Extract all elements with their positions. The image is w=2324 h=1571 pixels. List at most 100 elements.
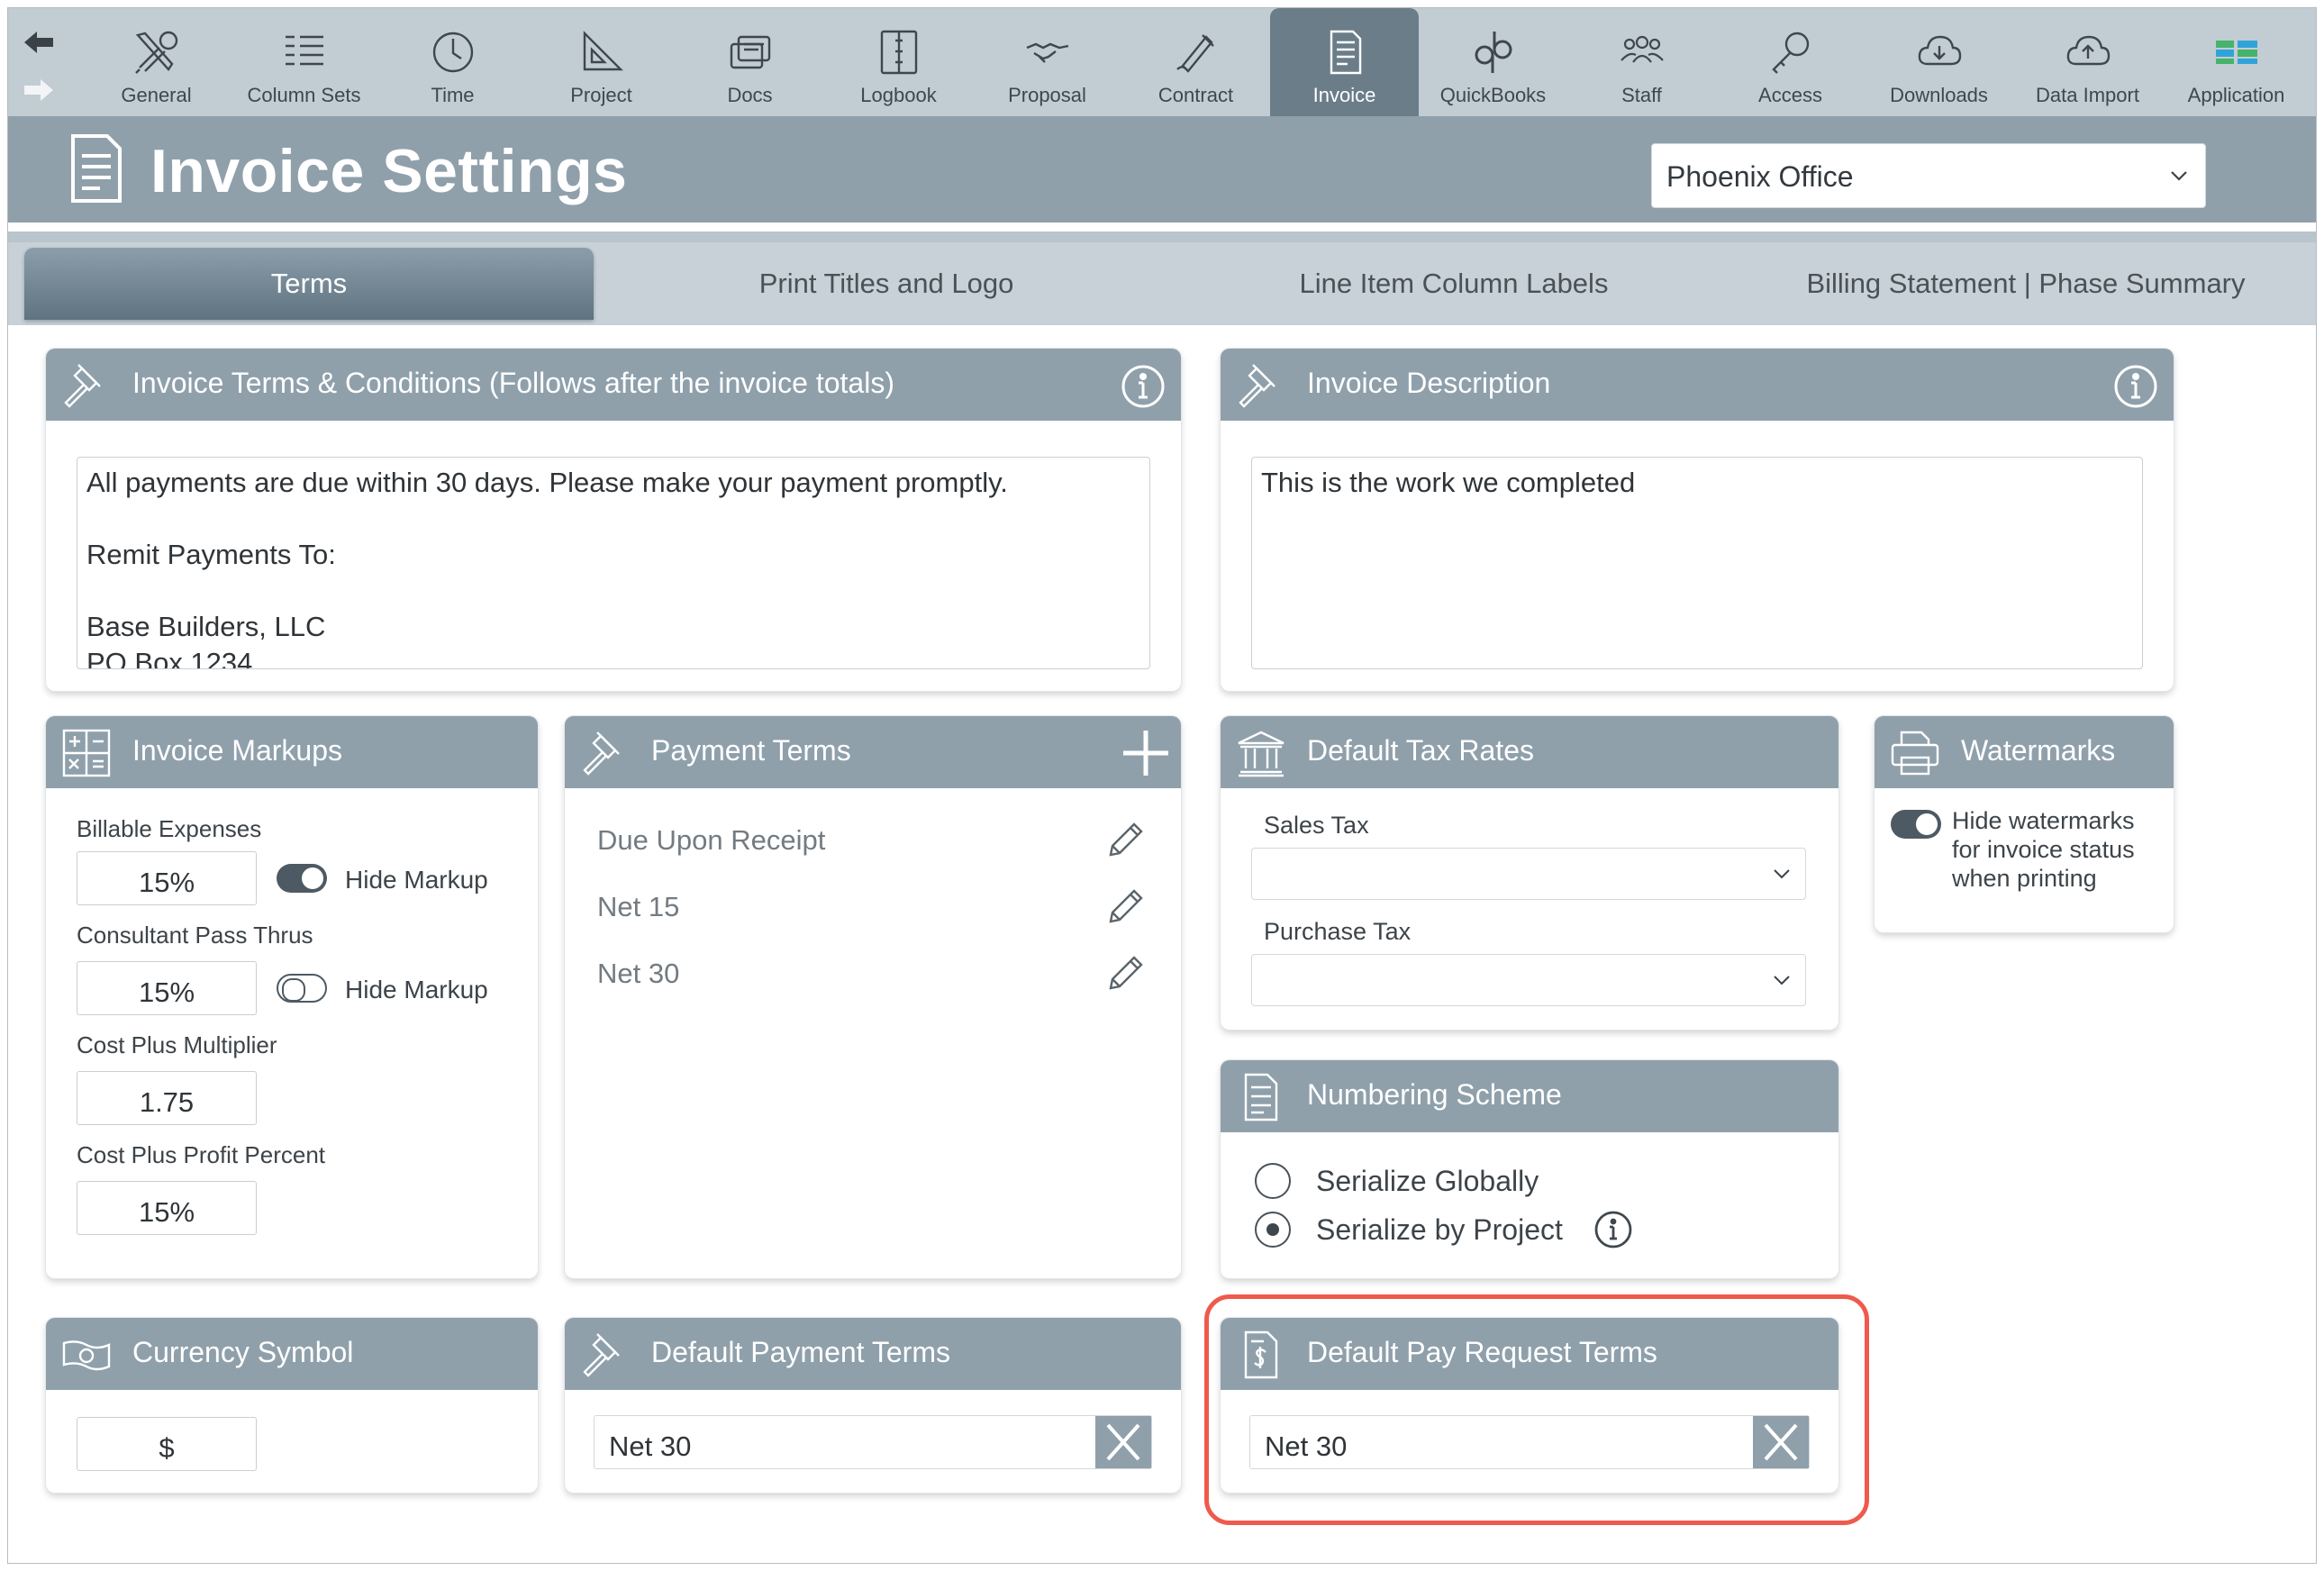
toolbar-label: Contract <box>1157 84 1234 106</box>
cost-plus-multiplier-input[interactable]: 1.75 <box>77 1071 257 1125</box>
clear-button[interactable] <box>1095 1416 1151 1468</box>
card-header: Default Tax Rates <box>1221 716 1838 788</box>
edit-pencil-icon[interactable] <box>1105 887 1145 927</box>
card-header: Currency Symbol <box>46 1318 538 1390</box>
tab-line-item-column-labels[interactable]: Line Item Column Labels <box>1170 248 1738 320</box>
office-select[interactable]: Phoenix Office <box>1651 143 2206 208</box>
toolbar-label: Time <box>431 84 475 106</box>
currency-symbol-input[interactable]: $ <box>77 1417 257 1471</box>
toolbar-quickbooks[interactable]: QuickBooks <box>1419 8 1567 116</box>
tab-terms[interactable]: Terms <box>24 248 594 320</box>
printer-icon <box>1889 727 1941 779</box>
toolbar-proposal[interactable]: Proposal <box>973 8 1121 116</box>
column-sets-icon <box>280 28 329 77</box>
numbering-scheme-card: Numbering Scheme Serialize Globally Seri… <box>1221 1060 1838 1278</box>
page-title: Invoice Settings <box>150 137 628 205</box>
billable-expenses-label: Billable Expenses <box>77 815 262 842</box>
toolbar-logbook[interactable]: Logbook <box>824 8 973 116</box>
toolbar-label: Docs <box>727 84 773 106</box>
calculator-icon <box>60 727 113 779</box>
tools-icon <box>132 28 181 77</box>
chevron-down-icon <box>1771 863 1793 885</box>
divider <box>8 232 2316 242</box>
cost-plus-profit-percent-input[interactable]: 15% <box>77 1181 257 1235</box>
serialize-globally-radio[interactable] <box>1255 1163 1291 1199</box>
toolbar-docs[interactable]: Docs <box>676 8 824 116</box>
add-icon[interactable] <box>1120 727 1172 779</box>
card-title: Invoice Terms & Conditions (Follows afte… <box>132 367 894 399</box>
card-header: Numbering Scheme <box>1221 1060 1838 1132</box>
info-icon[interactable] <box>1593 1210 1633 1249</box>
hide-watermarks-label: Hide watermarks for invoice status when … <box>1952 807 2135 892</box>
toolbar-label: General <box>121 84 192 106</box>
invoice-icon <box>68 132 125 204</box>
payment-term-item[interactable]: Net 30 <box>597 958 679 990</box>
payment-term-item[interactable]: Net 15 <box>597 891 679 923</box>
gavel-icon <box>1235 359 1287 412</box>
hide-watermarks-toggle[interactable] <box>1891 810 1941 839</box>
divider <box>8 222 2316 232</box>
card-header: Default Payment Terms <box>565 1318 1181 1390</box>
hide-markup-toggle-consultant[interactable] <box>277 974 327 1003</box>
forward-arrow-icon[interactable] <box>21 75 57 105</box>
default-payment-terms-field[interactable]: Net 30 <box>594 1415 1152 1469</box>
cloud-upload-icon <box>2064 28 2112 77</box>
card-title: Default Payment Terms <box>651 1336 950 1368</box>
toolbar-contract[interactable]: Contract <box>1121 8 1270 116</box>
card-title: Invoice Markups <box>132 734 342 767</box>
card-title: Currency Symbol <box>132 1336 354 1368</box>
default-payment-terms-card: Default Payment Terms Net 30 <box>565 1318 1181 1493</box>
default-tax-rates-card: Default Tax Rates Sales Tax Purchase Tax <box>1221 716 1838 1030</box>
toolbar-time[interactable]: Time <box>378 8 527 116</box>
toolbar-label: Downloads <box>1890 84 1988 106</box>
description-textarea[interactable]: This is the work we completed <box>1251 457 2143 669</box>
card-title: Default Tax Rates <box>1307 734 1534 767</box>
payment-terms-card: Payment Terms Due Upon Receipt Net 15 Ne… <box>565 716 1181 1278</box>
clock-icon <box>429 28 477 77</box>
logbook-icon <box>875 28 923 77</box>
toolbar-column-sets[interactable]: Column Sets <box>230 8 378 116</box>
toolbar-data-import[interactable]: Data Import <box>2013 8 2162 116</box>
toolbar-application[interactable]: Application <box>2162 8 2310 116</box>
cloud-download-icon <box>1915 28 1964 77</box>
cost-plus-profit-percent-label: Cost Plus Profit Percent <box>77 1141 325 1168</box>
toolbar-general[interactable]: General <box>82 8 231 116</box>
terms-textarea[interactable]: All payments are due within 30 days. Ple… <box>77 457 1150 669</box>
pen-icon <box>1172 28 1221 77</box>
edit-pencil-icon[interactable] <box>1105 821 1145 860</box>
toolbar-label: Data Import <box>2036 84 2139 106</box>
payment-term-item[interactable]: Due Upon Receipt <box>597 824 825 857</box>
currency-symbol-card: Currency Symbol $ <box>46 1318 538 1493</box>
toolbar-label: Access <box>1758 84 1822 106</box>
invoice-icon <box>1321 28 1369 77</box>
toolbar-label: Project <box>570 84 632 106</box>
info-icon[interactable] <box>1120 363 1167 410</box>
toolbar-label: Invoice <box>1312 84 1376 106</box>
sales-tax-select[interactable] <box>1251 848 1806 900</box>
toolbar-project[interactable]: Project <box>527 8 676 116</box>
card-title: Payment Terms <box>651 734 851 767</box>
office-select-value: Phoenix Office <box>1666 160 1854 193</box>
title-bar: Invoice Settings Phoenix Office <box>8 116 2316 222</box>
hide-markup-toggle-billable[interactable] <box>277 864 327 893</box>
invoice-description-card: Invoice Description This is the work we … <box>1221 349 2174 691</box>
consultant-pass-thrus-input[interactable]: 15% <box>77 961 257 1015</box>
card-header: Invoice Terms & Conditions (Follows afte… <box>46 349 1181 421</box>
toolbar-invoice[interactable]: Invoice <box>1270 8 1419 116</box>
invoice-terms-card: Invoice Terms & Conditions (Follows afte… <box>46 349 1181 691</box>
tab-print-titles-and-logo[interactable]: Print Titles and Logo <box>603 248 1170 320</box>
toolbar-label: Staff <box>1621 84 1662 106</box>
purchase-tax-select[interactable] <box>1251 954 1806 1006</box>
card-header: Watermarks <box>1875 716 2174 788</box>
tab-billing-statement-phase-summary[interactable]: Billing Statement | Phase Summary <box>1738 248 2314 320</box>
billable-expenses-input[interactable]: 15% <box>77 851 257 905</box>
card-header: Payment Terms <box>565 716 1181 788</box>
toolbar-access[interactable]: Access <box>1716 8 1865 116</box>
back-arrow-icon[interactable] <box>21 24 57 60</box>
toolbar-downloads[interactable]: Downloads <box>1865 8 2013 116</box>
info-icon[interactable] <box>2112 363 2159 410</box>
toolbar-staff[interactable]: Staff <box>1567 8 1716 116</box>
edit-pencil-icon[interactable] <box>1105 954 1145 994</box>
serialize-by-project-radio[interactable] <box>1255 1212 1291 1248</box>
card-title: Watermarks <box>1961 734 2116 767</box>
